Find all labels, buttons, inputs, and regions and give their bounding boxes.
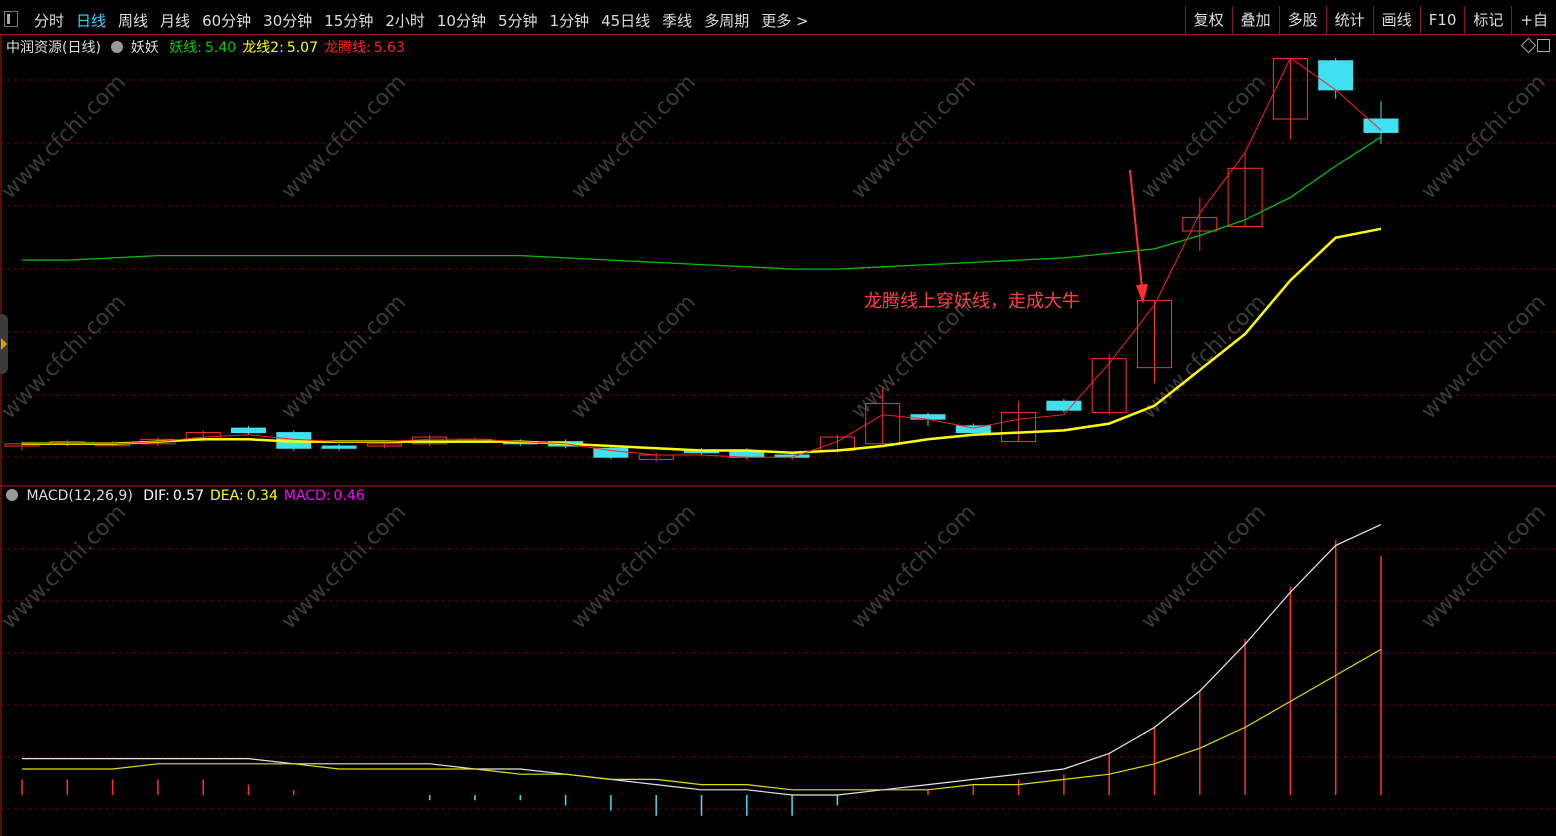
candle-body: [955, 425, 991, 434]
legend-value: 5.07: [286, 40, 318, 56]
settings-icon[interactable]: [111, 41, 124, 53]
watermark: www.cfchi.com: [1137, 500, 1271, 634]
stock-chart[interactable]: www.cfchi.com www.cfchi.com www.cfchi.com w…: [0, 0, 1556, 836]
watermark: www.cfchi.com: [277, 290, 411, 424]
legend-label: DEA:: [210, 488, 244, 504]
indicator-name[interactable]: 妖妖: [131, 40, 159, 56]
candle-body: [1363, 118, 1399, 133]
watermark: www.cfchi.com: [567, 70, 701, 204]
main-legend: 中润资源(日线) 妖妖 妖线: 5.40 龙线2: 5.07 龙腾线: 5.63: [6, 37, 405, 57]
legend-label: 妖线:: [169, 40, 203, 56]
macd-settings-icon[interactable]: [6, 489, 18, 501]
legend-value: 0.34: [246, 488, 278, 504]
watermark: www.cfchi.com: [1417, 70, 1551, 204]
watermark: www.cfchi.com: [0, 70, 131, 204]
candle-body: [593, 447, 629, 458]
candle-body: [321, 445, 357, 449]
macd-name[interactable]: MACD(12,26,9): [26, 488, 132, 504]
watermark: www.cfchi.com: [1417, 290, 1551, 424]
watermark: www.cfchi.com: [567, 290, 701, 424]
watermark: www.cfchi.com: [0, 290, 131, 424]
watermark: www.cfchi.com: [847, 70, 981, 204]
long2-line: [22, 227, 1382, 455]
legend-value: 0.46: [333, 488, 365, 504]
legend-value: 0.57: [172, 488, 204, 504]
stock-name: 中润资源(日线): [6, 40, 101, 56]
watermark: www.cfchi.com: [0, 500, 131, 634]
watermark: www.cfchi.com: [567, 500, 701, 634]
annotation-text: 龙腾线上穿妖线，走成大牛: [864, 291, 1080, 312]
watermark: www.cfchi.com: [277, 500, 411, 634]
watermark: www.cfchi.com: [847, 500, 981, 634]
candle-body: [1318, 60, 1354, 91]
legend-label: MACD:: [283, 488, 331, 504]
legend-value: 5.40: [205, 40, 237, 56]
legend-value: 5.63: [373, 40, 405, 56]
maximize-icon[interactable]: [1537, 39, 1550, 52]
legend-label: 龙线2:: [242, 40, 284, 56]
dea-line: [22, 648, 1382, 791]
watermark: www.cfchi.com: [1417, 500, 1551, 634]
watermark: www.cfchi.com: [277, 70, 411, 204]
macd-legend: MACD(12,26,9) DIF: 0.57 DEA: 0.34 MACD: 0.46: [6, 488, 365, 504]
watermark: www.cfchi.com: [1137, 70, 1271, 204]
legend-label: DIF:: [143, 488, 170, 504]
legend-label: 龙腾线:: [323, 40, 371, 56]
dif-line: [22, 524, 1382, 796]
candle-body: [1046, 400, 1082, 411]
expand-handle[interactable]: [0, 314, 8, 374]
candle-body: [231, 427, 266, 434]
